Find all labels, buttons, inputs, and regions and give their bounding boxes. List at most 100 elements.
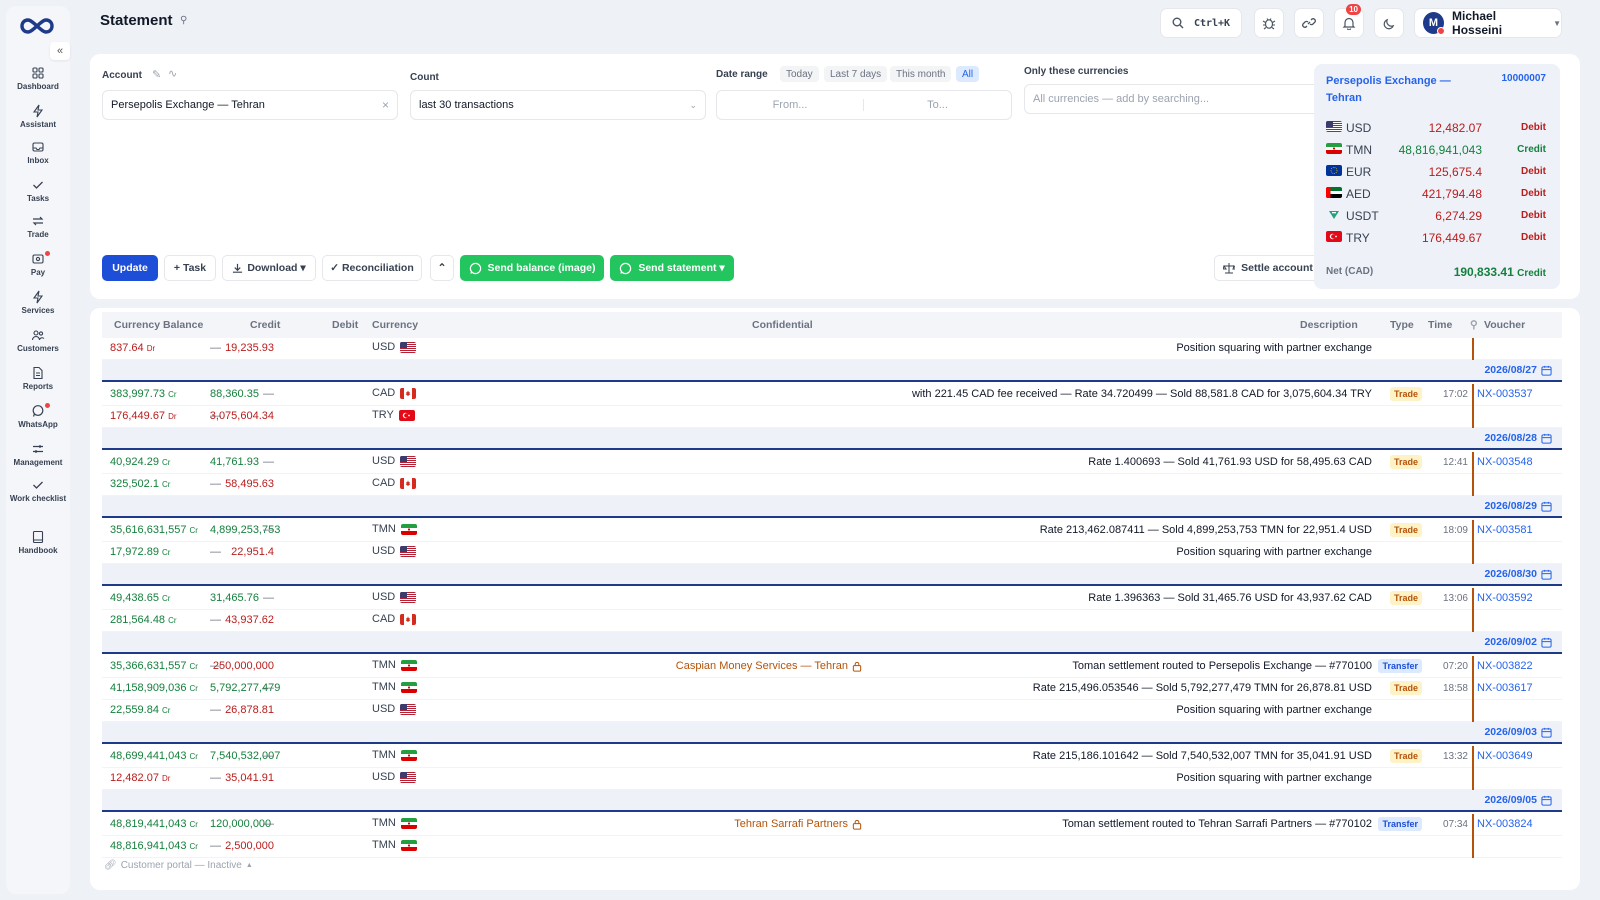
sidebar-item-assistant[interactable]: Assistant — [6, 104, 70, 129]
col-debit[interactable]: Debit — [332, 319, 358, 331]
settle-account-button[interactable]: Settle account — [1214, 255, 1322, 281]
user-menu[interactable]: M Michael Hosseini ▼ — [1414, 8, 1562, 38]
voucher-link[interactable]: NX-003617 — [1477, 682, 1533, 694]
time: 07:34 — [1442, 819, 1468, 830]
date-chip-last-7-days[interactable]: Last 7 days — [824, 66, 888, 82]
table-row[interactable]: 48,699,441,043 Cr 7,540,532,007— TMN Rate 2… — [102, 746, 1562, 768]
balance-list[interactable]: USD 12,482.07 Debit TMN 48,816,941,043 Credit… — [1314, 116, 1560, 252]
moon-icon — [1383, 18, 1394, 29]
date-group-label[interactable]: 2026/08/28 — [1484, 432, 1552, 444]
app-logo[interactable] — [20, 14, 54, 38]
send-balance-image-button[interactable]: Send balance (image) — [460, 255, 604, 281]
send-statement-button[interactable]: Send statement ▾ — [610, 255, 734, 281]
balance-suffix: Cr — [162, 480, 171, 489]
table-row[interactable]: 325,502.1 Cr — 58,495.63 CAD — [102, 474, 1562, 496]
table-row[interactable]: 281,564.48 Cr — 43,937.62 CAD — [102, 610, 1562, 632]
table-row[interactable]: 35,616,631,557 Cr 4,899,253,753— TMN Rate 2… — [102, 520, 1562, 542]
voucher-link[interactable]: NX-003824 — [1477, 818, 1533, 830]
currency-balance: 176,449.67 Dr — [110, 410, 177, 422]
sidebar-item-dashboard[interactable]: Dashboard — [6, 66, 70, 91]
currencies-search-input[interactable] — [1033, 93, 1313, 105]
col-time[interactable]: Time — [1428, 319, 1452, 331]
date-chip-today[interactable]: Today — [780, 66, 819, 82]
date-group-label[interactable]: 2026/08/29 — [1484, 500, 1552, 512]
table-row[interactable]: 12,482.07 Dr — 35,041.91 USD Position squari… — [102, 768, 1562, 790]
sidebar-item-services[interactable]: Services — [6, 290, 70, 315]
collapse-filters-button[interactable]: ⌃ — [430, 255, 454, 281]
table-row[interactable]: 383,997.73 Cr 88,360.35 — CAD with 221.45 CA… — [102, 384, 1562, 406]
edit-icon[interactable]: ✎ — [152, 68, 161, 81]
sidebar-item-whatsapp[interactable]: WhatsApp — [6, 403, 70, 429]
sidebar-item-customers[interactable]: Customers — [6, 328, 70, 353]
search-button[interactable]: Ctrl+K — [1160, 8, 1242, 38]
sidebar-item-management[interactable]: Management — [6, 442, 70, 467]
col-type[interactable]: Type — [1390, 319, 1414, 331]
voucher-divider — [1472, 474, 1474, 496]
table-row[interactable]: 837.64 Dr — 19,235.93 USD Position squaring … — [102, 338, 1562, 360]
balance-amount: 176,449.67 — [1421, 231, 1482, 245]
clear-account-icon[interactable]: × — [382, 98, 389, 112]
col-credit[interactable]: Credit — [250, 319, 280, 331]
col-currency-balance[interactable]: Currency Balance — [114, 319, 203, 331]
debit-amount: — — [263, 524, 274, 536]
currencies-input[interactable] — [1024, 84, 1322, 114]
sidebar-item-work-checklist[interactable]: Work checklist — [6, 478, 70, 503]
bug-report-button[interactable] — [1254, 8, 1284, 38]
download-button[interactable]: Download ▾ — [222, 255, 316, 281]
voucher-link[interactable]: NX-003822 — [1477, 660, 1533, 672]
count-select[interactable]: last 30 transactions ⌄ — [410, 90, 706, 120]
balance-suffix: Dr — [162, 774, 171, 783]
date-group-label[interactable]: 2026/09/03 — [1484, 726, 1552, 738]
sidebar-item-tasks[interactable]: Tasks — [6, 178, 70, 203]
add-task-button[interactable]: + Task — [164, 255, 216, 281]
sidebar-item-inbox[interactable]: Inbox — [6, 140, 70, 165]
voucher-link[interactable]: NX-003548 — [1477, 456, 1533, 468]
voucher-link[interactable]: NX-003592 — [1477, 592, 1533, 604]
collapse-sidebar-button[interactable]: « — [50, 42, 70, 60]
date-group-label[interactable]: 2026/08/30 — [1484, 568, 1552, 580]
col-voucher[interactable]: Voucher — [1484, 319, 1525, 331]
date-to-input[interactable] — [864, 99, 1011, 111]
date-group-label[interactable]: 2026/09/05 — [1484, 794, 1552, 806]
col-currency[interactable]: Currency — [372, 319, 418, 331]
table-row[interactable]: 35,366,631,557 Cr —250,000,000 TMN Caspian … — [102, 656, 1562, 678]
table-row[interactable]: 22,559.84 Cr — 26,878.81 USD Position squari… — [102, 700, 1562, 722]
voucher-link[interactable]: NX-003649 — [1477, 750, 1533, 762]
table-row[interactable]: 17,972.89 Cr — 22,951.4 USD Position squarin… — [102, 542, 1562, 564]
date-group-label[interactable]: 2026/09/02 — [1484, 636, 1552, 648]
table-row[interactable]: 41,158,909,036 Cr 5,792,277,479— TMN Rate 2… — [102, 678, 1562, 700]
sidebar-item-reports[interactable]: Reports — [6, 366, 70, 391]
date-group-label[interactable]: 2026/08/27 — [1484, 364, 1552, 376]
voucher-link[interactable]: NX-003537 — [1477, 388, 1533, 400]
type-badge: Trade — [1389, 681, 1422, 695]
balance-account-name[interactable]: Persepolis Exchange — Tehran — [1326, 73, 1456, 107]
search-icon[interactable]: ⚲ — [1470, 319, 1478, 331]
table-row[interactable]: 176,449.67 Dr —3,075,604.34 TRY — [102, 406, 1562, 428]
date-from-input[interactable] — [717, 99, 864, 111]
col-confidential[interactable]: Confidential — [752, 319, 813, 331]
currency-cell: TMN — [372, 839, 417, 851]
account-select[interactable]: Persepolis Exchange — Tehran × — [102, 90, 398, 120]
theme-toggle-button[interactable] — [1374, 8, 1404, 38]
sidebar-item-pay[interactable]: Pay — [6, 251, 70, 277]
table-row[interactable]: 49,438.65 Cr 31,465.76 — USD Rate 1.396363 —… — [102, 588, 1562, 610]
customer-portal-status[interactable]: 🔗︎ Customer portal — Inactive ▲ — [104, 860, 253, 871]
confidential-party[interactable]: Caspian Money Services — Tehran — [622, 660, 862, 672]
credit-amount: 88,360.35 — [210, 388, 259, 400]
table-row[interactable]: 48,819,441,043 Cr 120,000,000— TMN Tehran S… — [102, 814, 1562, 836]
activity-icon[interactable]: ∿ — [168, 67, 177, 80]
table-row[interactable]: 48,816,941,043 Cr — 2,500,000 TMN — [102, 836, 1562, 858]
pin-icon[interactable]: ⚲ — [180, 15, 187, 26]
update-button[interactable]: Update — [102, 255, 158, 281]
date-chip-this-month[interactable]: This month — [890, 66, 952, 82]
reconciliation-button[interactable]: ✓ Reconciliation — [322, 255, 422, 281]
link-button[interactable] — [1294, 8, 1324, 38]
table-row[interactable]: 40,924.29 Cr 41,761.93 — USD Rate 1.400693 —… — [102, 452, 1562, 474]
confidential-party[interactable]: Tehran Sarrafi Partners — [622, 818, 862, 830]
date-chip-all[interactable]: All — [956, 66, 980, 82]
sidebar-item-trade[interactable]: Trade — [6, 214, 70, 239]
voucher-link[interactable]: NX-003581 — [1477, 524, 1533, 536]
col-description[interactable]: Description — [1300, 319, 1358, 331]
sidebar-item-handbook[interactable]: Handbook — [6, 530, 70, 555]
notifications-button[interactable]: 10 — [1334, 4, 1364, 38]
